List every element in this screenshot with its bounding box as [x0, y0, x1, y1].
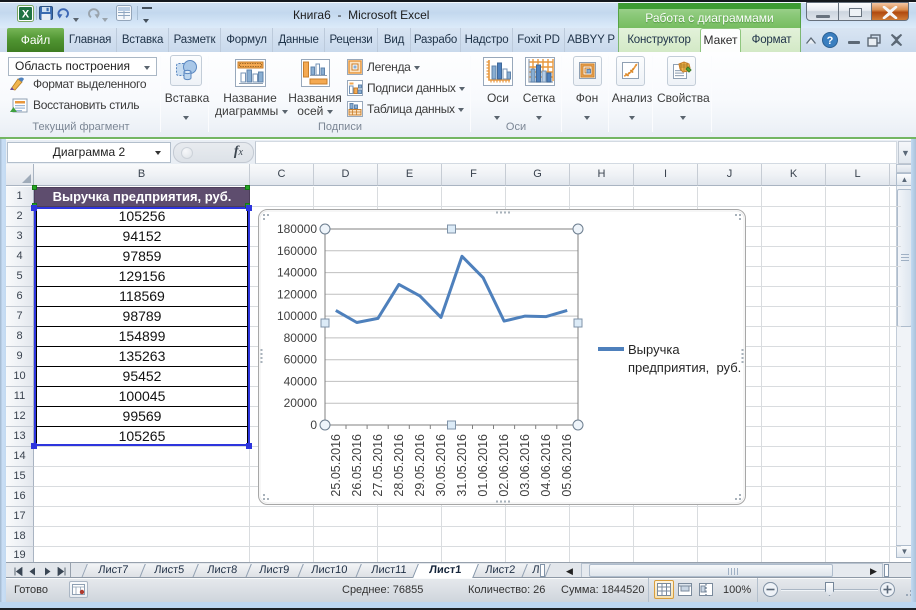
svg-text:31.05.2016: 31.05.2016 [455, 434, 469, 497]
svg-text:Выручка: Выручка [628, 342, 680, 357]
svg-text:140000: 140000 [277, 266, 317, 280]
svg-text:04.06.2016: 04.06.2016 [539, 434, 553, 497]
svg-text:02.06.2016: 02.06.2016 [497, 434, 511, 497]
svg-text:160000: 160000 [277, 244, 317, 258]
svg-text:25.05.2016: 25.05.2016 [329, 434, 343, 497]
svg-text:100000: 100000 [277, 309, 317, 323]
svg-text:01.06.2016: 01.06.2016 [476, 434, 490, 497]
svg-text:20000: 20000 [284, 396, 318, 410]
svg-text:05.06.2016: 05.06.2016 [560, 434, 574, 497]
svg-text:40000: 40000 [284, 374, 318, 388]
svg-text:предприятия, руб.: предприятия, руб. [628, 360, 741, 375]
svg-text:0: 0 [310, 418, 317, 432]
svg-text:120000: 120000 [277, 287, 317, 301]
svg-text:27.05.2016: 27.05.2016 [371, 434, 385, 497]
svg-text:29.05.2016: 29.05.2016 [413, 434, 427, 497]
svg-text:180000: 180000 [277, 222, 317, 236]
svg-text:28.05.2016: 28.05.2016 [392, 434, 406, 497]
svg-text:26.05.2016: 26.05.2016 [350, 434, 364, 497]
svg-text:30.05.2016: 30.05.2016 [434, 434, 448, 497]
svg-text:X: X [22, 9, 30, 21]
svg-text:60000: 60000 [284, 353, 318, 367]
svg-text:?: ? [827, 35, 834, 47]
svg-text:80000: 80000 [284, 331, 318, 345]
svg-text:03.06.2016: 03.06.2016 [518, 434, 532, 497]
